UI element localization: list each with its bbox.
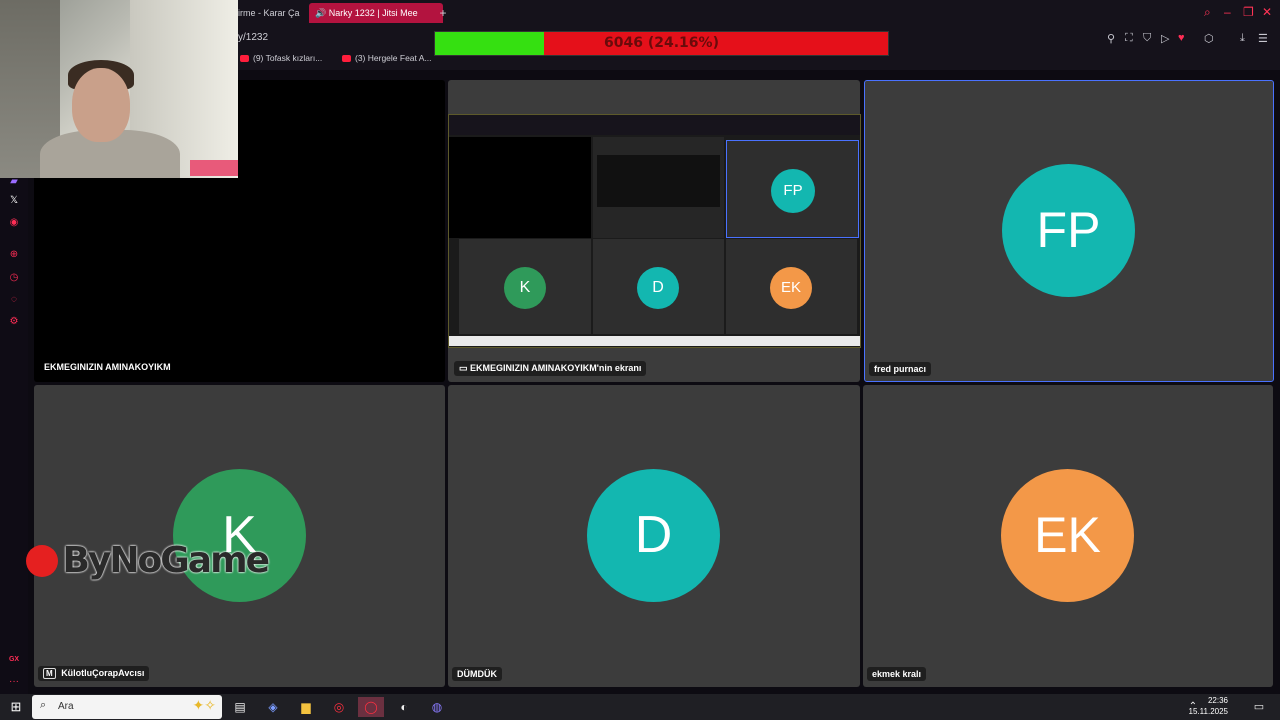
sidebar-clock-icon[interactable]: ◷ — [7, 272, 21, 283]
shield-icon[interactable]: ⛉ — [1143, 32, 1151, 45]
speaker-icon: 🔊 — [315, 8, 327, 18]
clock-time: 22:36 — [1207, 696, 1228, 705]
bookmark-item[interactable]: (3) Hergele Feat A... — [342, 53, 432, 63]
avatar: D — [637, 267, 679, 309]
task-view-icon[interactable]: ▤ — [229, 697, 251, 717]
maximize-icon[interactable]: ❐ — [1243, 5, 1254, 19]
gx-icon[interactable]: GX — [7, 656, 21, 663]
preview-tile: K — [459, 239, 591, 334]
opera-gx-active-icon[interactable]: ◯ — [358, 697, 384, 717]
youtube-icon — [240, 55, 249, 62]
file-explorer-icon[interactable]: ▆ — [295, 697, 317, 717]
search-icon: ⌕ — [40, 699, 47, 711]
bookmark-item[interactable]: (9) Tofask kızları... — [240, 53, 322, 63]
preview-tile — [449, 137, 591, 238]
clock-date: 15.11.2025 — [1188, 707, 1228, 716]
participant-tile[interactable]: K M KülotluÇorapAvcısı — [34, 385, 445, 687]
search-placeholder: Ara — [58, 701, 74, 712]
x-icon[interactable]: 𝕏 — [7, 195, 21, 206]
new-tab-button[interactable]: + — [436, 3, 450, 23]
discord-icon[interactable]: ◍ — [426, 697, 448, 717]
browser-tab-active[interactable]: 🔊 Narky 1232 | Jitsi Mee — [309, 3, 443, 23]
youtube-icon — [342, 55, 351, 62]
extensions-icon[interactable]: ⬡ — [1204, 32, 1214, 45]
participant-tile-active-speaker[interactable]: FP fred purnacı — [864, 80, 1274, 382]
preview-tile: D — [593, 239, 724, 334]
sidebar-plus-icon[interactable]: ⊕ — [7, 249, 21, 260]
avatar: EK — [770, 267, 812, 309]
moderator-badge: M — [43, 668, 56, 679]
obs-icon[interactable]: ◐ — [393, 697, 415, 717]
participant-name: ekmek kralı — [867, 667, 927, 681]
participant-name: M KülotluÇorapAvcısı — [38, 666, 150, 681]
download-icon[interactable]: ⤓ — [1240, 32, 1245, 45]
shared-screen-preview: FP K D EK — [448, 114, 861, 348]
sidebar-settings-icon[interactable]: ⚙ — [7, 316, 21, 327]
avatar: K — [504, 267, 546, 309]
preview-browser-bar — [449, 115, 860, 135]
bynogame-logo-icon — [26, 544, 58, 577]
screen-share-icon: ▭ — [459, 363, 468, 373]
screenshot-icon[interactable]: ⛶ — [1125, 32, 1133, 45]
heart-icon[interactable]: ♥ — [1178, 32, 1185, 44]
participant-tile[interactable]: EK ekmek kralı — [863, 385, 1273, 687]
search-icon[interactable]: ⌕ — [1204, 5, 1211, 20]
participant-name: EKMEGINIZIN AMINAKOYIKM — [44, 362, 171, 372]
preview-tile: FP — [726, 140, 859, 238]
more-icon[interactable]: ··· — [7, 676, 21, 687]
avatar: D — [587, 469, 720, 602]
pin-icon[interactable]: ⚲ — [1107, 32, 1115, 45]
avatar: K — [173, 469, 306, 602]
participant-name: DÜMDÜK — [452, 667, 502, 681]
preview-tile: EK — [726, 239, 857, 334]
participant-name: fred purnacı — [869, 362, 932, 376]
menu-icon[interactable]: ☰ — [1258, 32, 1268, 45]
participant-tile[interactable]: D DÜMDÜK — [448, 385, 860, 687]
browser-tab[interactable]: irme - Karar Ça — [232, 3, 310, 23]
address-bar[interactable]: y/1232 — [238, 32, 268, 43]
search-highlight-icon: ✦✧ — [192, 697, 216, 713]
opera-gx-icon[interactable]: ◎ — [328, 697, 350, 717]
windows-start-icon[interactable]: ⊞ — [5, 697, 27, 717]
preview-tile — [593, 137, 724, 238]
participant-name: ▭ EKMEGINIZIN AMINAKOYIKM'nin ekranı — [454, 361, 647, 376]
participant-name-text: EKMEGINIZIN AMINAKOYIKM'nin ekranı — [470, 363, 642, 373]
donation-progress-bar: 6046 (24.16%) — [434, 31, 889, 56]
notification-icon[interactable]: ▭ — [1248, 697, 1270, 717]
play-icon[interactable]: ▷ — [1161, 32, 1169, 45]
bookmark-label: (9) Tofask kızları... — [253, 53, 323, 63]
avatar: EK — [1001, 469, 1134, 602]
close-icon[interactable]: ✕ — [1262, 5, 1272, 19]
minimize-icon[interactable]: – — [1224, 5, 1231, 19]
preview-taskbar — [449, 336, 860, 346]
preview-nested-screen — [597, 155, 720, 207]
bynogame-watermark: ByNoGame — [26, 540, 270, 581]
sidebar-record-icon[interactable]: ◉ — [7, 217, 21, 228]
browser-tab-label: Narky 1232 | Jitsi Mee — [328, 8, 418, 18]
copilot-icon[interactable]: ◈ — [262, 697, 284, 717]
watermark-text: ByNoGame — [62, 540, 270, 581]
taskbar-search-input[interactable]: ⌕ Ara ✦✧ — [32, 695, 222, 719]
participant-name-text: KülotluÇorapAvcısı — [61, 668, 145, 678]
taskbar-clock[interactable]: 22:36 15.11.2025 — [1189, 695, 1228, 717]
progress-label: 6046 (24.16%) — [604, 35, 719, 51]
webcam-overlay — [0, 0, 238, 178]
bookmark-label: (3) Hergele Feat A... — [355, 53, 432, 63]
sidebar-chat-icon[interactable]: ◌ — [7, 294, 21, 305]
avatar: FP — [771, 169, 815, 213]
avatar: FP — [1002, 164, 1135, 297]
